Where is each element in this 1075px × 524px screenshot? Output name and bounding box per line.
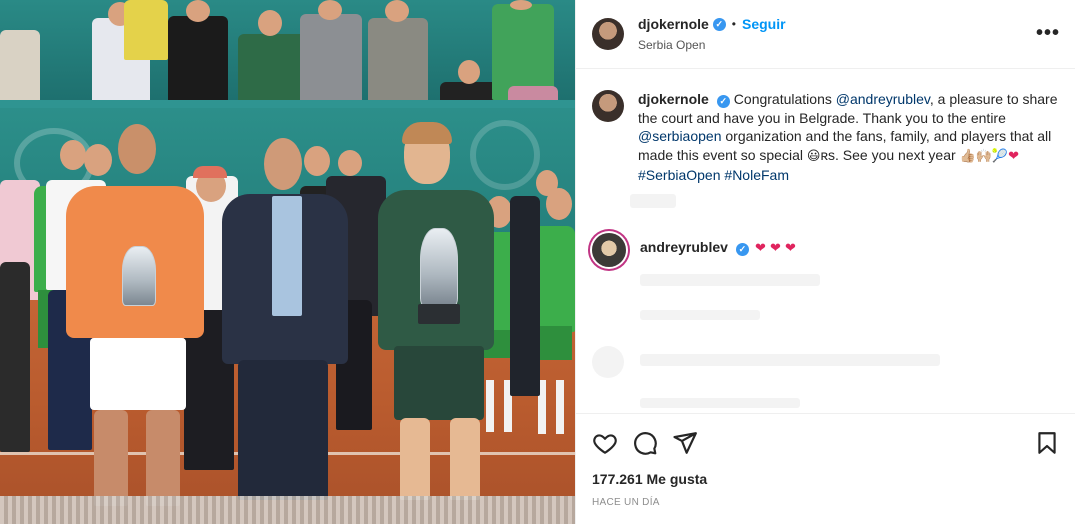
caption-username[interactable]: djokernole [638, 91, 709, 107]
trophy-left [122, 246, 156, 306]
faded-comment-avatar [592, 346, 624, 378]
board-logo-right [470, 120, 540, 190]
action-icons [592, 430, 1060, 456]
more-options-icon[interactable]: ••• [1036, 23, 1060, 43]
author-username[interactable]: djokernole [638, 16, 709, 32]
player-left-head [118, 124, 156, 174]
author-avatar[interactable] [592, 18, 624, 50]
follow-button[interactable]: Seguir [742, 16, 786, 32]
commenter-avatar[interactable] [592, 233, 626, 267]
verified-badge-icon: ✓ [712, 17, 726, 31]
verified-badge-icon: ✓ [716, 95, 730, 108]
post-timestamp[interactable]: HACE UN DÍA [592, 497, 660, 508]
post-sidebar: djokernole ✓ • Seguir Serbia Open ••• dj… [575, 0, 1075, 524]
faded-comment-line [640, 310, 760, 320]
verified-badge-icon: ✓ [735, 243, 749, 256]
faded-caption-meta [630, 194, 676, 208]
comment: andreyrublev ✓ ❤ ❤ ❤ [592, 233, 1060, 267]
bookmark-icon[interactable] [1034, 430, 1060, 456]
comment-icon[interactable] [632, 430, 658, 456]
emoji-sequence-icon: 👍🏼🙌🏼🎾 [959, 148, 1009, 164]
court-net [0, 496, 575, 524]
faded-comment-line [640, 354, 940, 366]
hearts-emoji-icon: ❤ ❤ ❤ [754, 241, 796, 256]
post-caption: djokernole ✓ Congratulations @andreyrublev… [592, 90, 1060, 185]
hashtag-nolefam[interactable]: #NoleFam [724, 167, 789, 183]
faded-comment-line [640, 398, 800, 408]
separator-dot: • [731, 17, 736, 31]
post-header: djokernole ✓ • Seguir Serbia Open ••• [576, 0, 1075, 69]
official-head [264, 138, 302, 190]
actions-bar: 177.261 Me gusta HACE UN DÍA [576, 413, 1075, 524]
share-icon[interactable] [672, 430, 698, 456]
mention-andreyrublev[interactable]: @andreyrublev [836, 91, 930, 107]
instagram-post: djokernole ✓ • Seguir Serbia Open ••• dj… [0, 0, 1075, 524]
location-link[interactable]: Serbia Open [638, 38, 786, 52]
caption-avatar[interactable] [592, 90, 624, 122]
mention-serbiaopen[interactable]: @serbiaopen [638, 128, 722, 144]
caption-text: djokernole ✓ Congratulations @andreyrublev… [638, 91, 1058, 183]
post-photo[interactable] [0, 0, 575, 524]
hashtag-serbiaopen[interactable]: #SerbiaOpen [638, 167, 721, 183]
red-heart-icon: ❤ [1008, 148, 1020, 164]
grin-emoji-icon: 😃 [806, 148, 821, 164]
faded-comment-line [640, 274, 820, 286]
heart-icon[interactable] [592, 430, 618, 456]
comment-username[interactable]: andreyrublev [640, 239, 728, 255]
trophy-right [420, 228, 458, 306]
likes-count[interactable]: 177.261 Me gusta [592, 471, 707, 487]
